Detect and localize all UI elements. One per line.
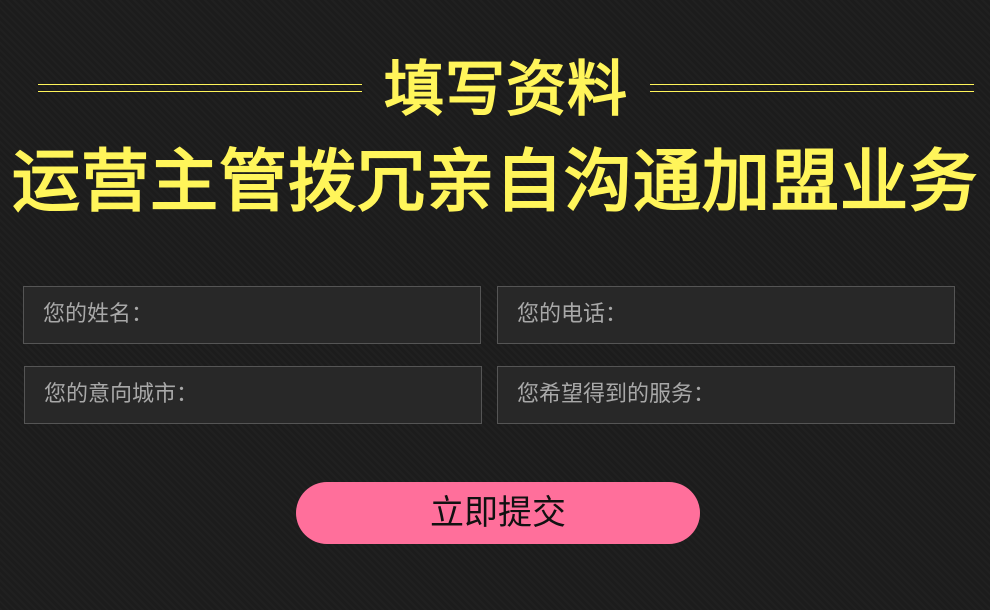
page-subtitle: 运营主管拨冗亲自沟通加盟业务 bbox=[11, 143, 978, 222]
city-input-placeholder: 您的意向城市： bbox=[44, 382, 199, 407]
title-decoration-line-left bbox=[38, 84, 362, 92]
title-row: 填写资料 bbox=[0, 55, 990, 125]
city-input[interactable]: 您的意向城市： bbox=[24, 366, 482, 424]
phone-input[interactable]: 您的电话： bbox=[497, 286, 955, 344]
submit-button[interactable]: 立即提交 bbox=[296, 482, 700, 544]
service-input-placeholder: 您希望得到的服务： bbox=[517, 382, 716, 407]
submit-button-label: 立即提交 bbox=[430, 493, 566, 533]
phone-input-placeholder: 您的电话： bbox=[517, 302, 628, 327]
title-decoration-line-right bbox=[650, 84, 974, 92]
name-input-placeholder: 您的姓名： bbox=[43, 302, 154, 327]
page-title: 填写资料 bbox=[384, 55, 628, 125]
service-input[interactable]: 您希望得到的服务： bbox=[497, 366, 955, 424]
name-input[interactable]: 您的姓名： bbox=[23, 286, 481, 344]
